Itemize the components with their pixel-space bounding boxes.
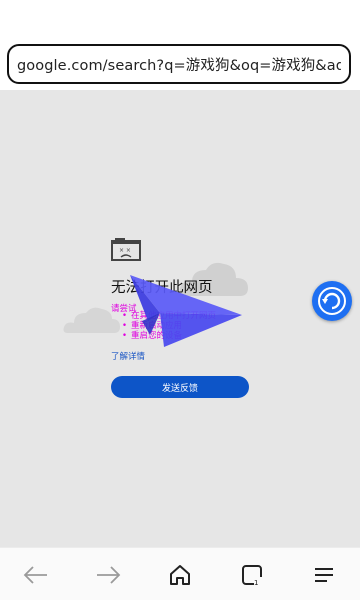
learn-more-link[interactable]: 了解详情 [111, 350, 145, 362]
tabs-icon: 1 [242, 564, 263, 587]
paper-plane-icon[interactable] [130, 275, 242, 350]
svg-text:× ×: × × [119, 247, 131, 254]
back-button[interactable] [16, 555, 56, 595]
url-text[interactable]: google.com/search?q=游戏狗&oq=游戏狗&aqs= [17, 54, 341, 75]
sad-page-icon: × × [111, 238, 141, 261]
menu-button[interactable] [304, 555, 344, 595]
refresh-button[interactable] [312, 281, 352, 321]
forward-button[interactable] [88, 555, 128, 595]
menu-icon [315, 567, 333, 582]
home-icon [170, 564, 190, 585]
arrow-right-icon [97, 565, 121, 584]
send-feedback-button[interactable]: 发送反馈 [111, 376, 249, 398]
browser-page: google.com/search?q=游戏狗&oq=游戏狗&aqs= × × … [0, 0, 360, 600]
bottom-nav-bar: 1 [0, 547, 360, 600]
home-button[interactable] [160, 555, 200, 595]
arrow-left-icon [23, 565, 47, 584]
tabs-button[interactable]: 1 [232, 555, 272, 595]
browser-toolbar: google.com/search?q=游戏狗&oq=游戏狗&aqs= [0, 0, 360, 90]
tab-count: 1 [254, 579, 258, 587]
address-bar[interactable]: google.com/search?q=游戏狗&oq=游戏狗&aqs= [7, 44, 351, 84]
refresh-icon [318, 287, 346, 315]
